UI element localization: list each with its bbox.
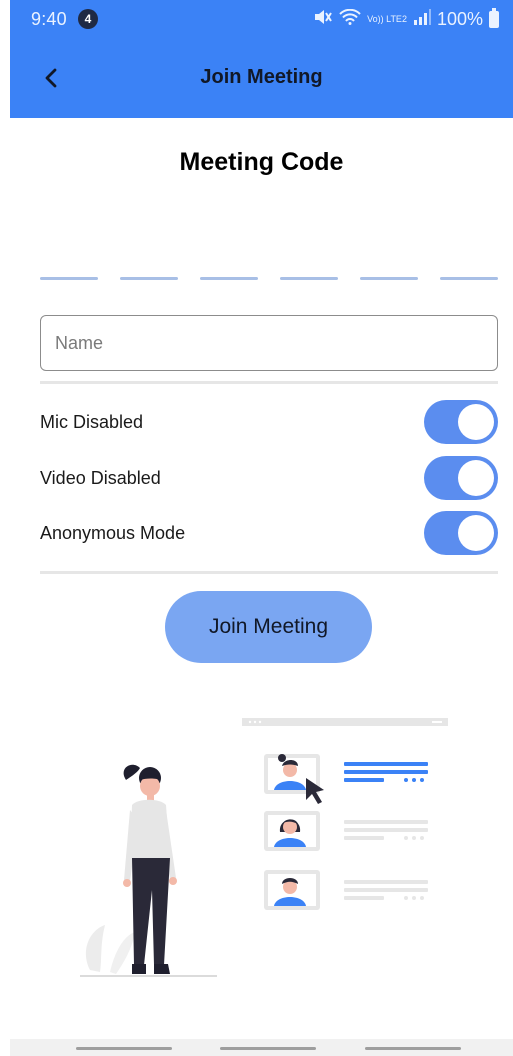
code-slot[interactable] bbox=[440, 277, 498, 280]
video-conference-illustration bbox=[80, 718, 448, 977]
mic-disabled-label: Mic Disabled bbox=[40, 411, 144, 432]
toggle-row-mic: Mic Disabled bbox=[40, 400, 498, 444]
video-disabled-toggle[interactable] bbox=[424, 456, 498, 500]
anonymous-mode-label: Anonymous Mode bbox=[40, 522, 186, 543]
name-input[interactable] bbox=[40, 315, 498, 371]
toggle-knob bbox=[458, 460, 494, 496]
code-slot[interactable] bbox=[120, 277, 178, 280]
signal-icon bbox=[413, 9, 431, 30]
nav-back-button[interactable] bbox=[365, 1047, 461, 1050]
wifi-icon bbox=[339, 8, 361, 30]
meeting-code-title: Meeting Code bbox=[179, 148, 344, 176]
nav-home-button[interactable] bbox=[220, 1047, 316, 1050]
status-bar: 9:40 4 Vo)) LTE2 100% bbox=[10, 0, 513, 38]
join-meeting-button[interactable]: Join Meeting bbox=[165, 591, 372, 663]
status-icons: Vo)) LTE2 100% bbox=[313, 8, 499, 30]
toggle-row-anonymous: Anonymous Mode bbox=[40, 511, 498, 555]
mic-disabled-toggle[interactable] bbox=[424, 400, 498, 444]
divider-top bbox=[40, 381, 498, 384]
nav-recents-button[interactable] bbox=[76, 1047, 172, 1050]
toggle-row-video: Video Disabled bbox=[40, 456, 498, 500]
divider-bottom bbox=[40, 571, 498, 574]
mute-icon bbox=[313, 9, 333, 30]
notification-badge: 4 bbox=[78, 9, 98, 29]
code-slot[interactable] bbox=[200, 277, 258, 280]
status-time: 9:40 bbox=[31, 9, 67, 29]
battery-icon bbox=[489, 8, 499, 28]
toggle-knob bbox=[458, 404, 494, 440]
code-slot[interactable] bbox=[280, 277, 338, 280]
app-bar: Join Meeting bbox=[10, 38, 513, 118]
code-slot[interactable] bbox=[360, 277, 418, 280]
anonymous-mode-toggle[interactable] bbox=[424, 511, 498, 555]
system-nav-bar bbox=[10, 1039, 513, 1056]
video-disabled-label: Video Disabled bbox=[40, 467, 161, 488]
toggle-knob bbox=[458, 515, 494, 551]
code-slot[interactable] bbox=[40, 277, 98, 280]
meeting-code-input[interactable] bbox=[40, 277, 498, 280]
lte-icon: Vo)) LTE2 bbox=[367, 14, 407, 24]
battery-percent: 100% bbox=[436, 9, 483, 29]
page-title: Join Meeting bbox=[200, 66, 323, 88]
